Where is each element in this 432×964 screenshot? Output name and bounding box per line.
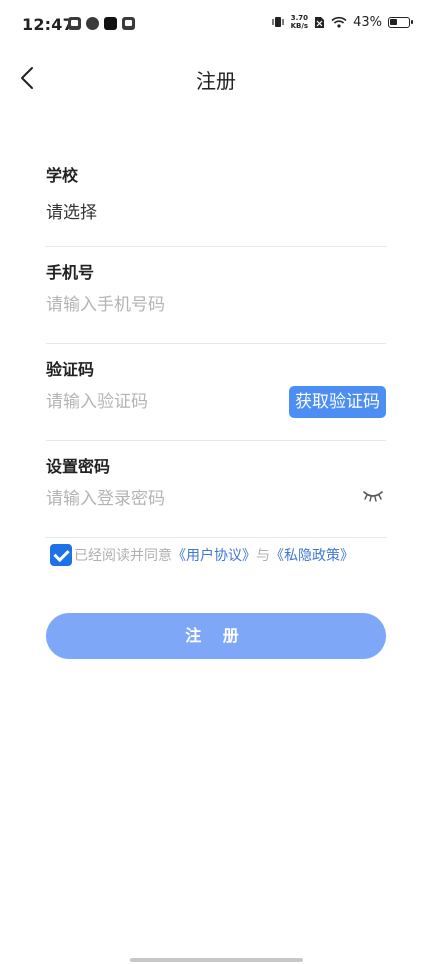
battery-level [390, 18, 397, 25]
code-field: 验证码 获取验证码 [46, 344, 386, 441]
vibrate-icon [272, 17, 284, 27]
agreement-row: 已经阅读并同意 《用户协议》 与 《私隐政策》 [50, 544, 354, 566]
status-time: 12:47 [22, 15, 74, 34]
code-input[interactable] [46, 388, 276, 416]
password-label: 设置密码 [46, 457, 111, 476]
notification-icons [68, 17, 135, 30]
agree-checkbox[interactable] [50, 544, 72, 566]
privacy-policy-link[interactable]: 《私隐政策》 [270, 545, 354, 565]
network-speed-value: 3.70 [290, 14, 308, 22]
phone-label: 手机号 [46, 263, 95, 282]
wifi-icon [331, 16, 347, 28]
page-title: 注册 [196, 69, 236, 93]
message-app-icon [122, 17, 135, 30]
eye-closed-icon[interactable] [362, 489, 384, 503]
status-right: 3.70 KB/s 43% [271, 14, 413, 30]
battery-percent: 43% [353, 14, 382, 30]
battery-icon [388, 16, 413, 28]
school-label: 学校 [46, 166, 79, 185]
phone-field: 手机号 [46, 247, 386, 344]
get-code-button[interactable]: 获取验证码 [289, 386, 386, 418]
network-speed: 3.70 KB/s [291, 14, 308, 30]
register-button[interactable]: 注 册 [46, 613, 386, 659]
school-select[interactable]: 请选择 [46, 198, 97, 223]
cloud-app-icon [86, 17, 99, 30]
agreement-text: 已经阅读并同意 [74, 548, 172, 564]
nav-bar: 注册 [0, 52, 432, 104]
password-input[interactable] [46, 485, 276, 513]
register-form: 学校 请选择 手机号 验证码 获取验证码 设置密码 [46, 150, 386, 538]
code-label: 验证码 [46, 360, 95, 379]
notification-app-icon [68, 17, 81, 30]
agreement-conjunction: 与 [256, 548, 270, 564]
password-field: 设置密码 [46, 441, 386, 538]
status-bar: 12:47 3.70 KB/s 43% [0, 0, 432, 50]
no-sim-icon [315, 16, 325, 28]
home-indicator[interactable] [130, 958, 303, 962]
tiktok-icon [104, 17, 117, 30]
school-field[interactable]: 学校 请选择 [46, 150, 386, 247]
user-agreement-link[interactable]: 《用户协议》 [172, 545, 256, 565]
network-speed-unit: KB/s [290, 22, 309, 30]
phone-input[interactable] [46, 291, 276, 319]
